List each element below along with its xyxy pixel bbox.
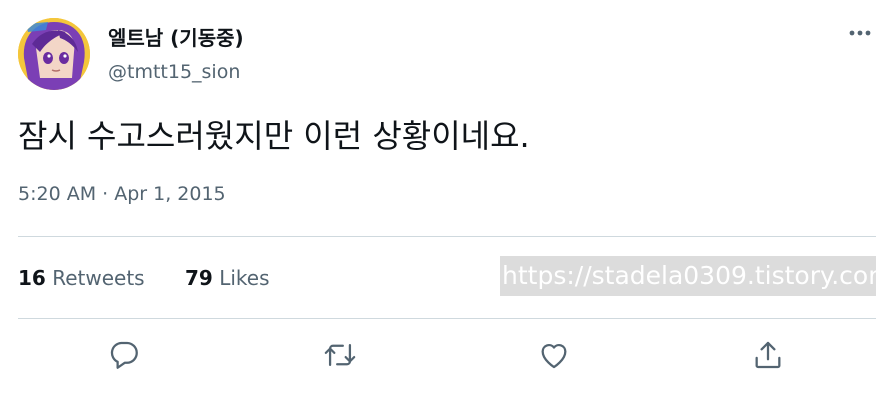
more-options-icon[interactable] bbox=[847, 22, 877, 44]
retweets-count: 16 bbox=[18, 266, 46, 290]
share-icon[interactable] bbox=[751, 338, 785, 372]
reply-icon[interactable] bbox=[107, 338, 141, 372]
likes-stat[interactable]: 79 Likes bbox=[185, 266, 270, 290]
watermark: https://stadela0309.tistory.com bbox=[500, 256, 876, 296]
heart-icon[interactable] bbox=[537, 338, 571, 372]
divider bbox=[18, 236, 876, 237]
retweets-stat[interactable]: 16 Retweets bbox=[18, 266, 145, 290]
retweets-label: Retweets bbox=[52, 266, 145, 290]
retweet-icon[interactable] bbox=[323, 338, 357, 372]
likes-count: 79 bbox=[185, 266, 213, 290]
tweet-text: 잠시 수고스러웠지만 이런 상황이네요. bbox=[18, 117, 530, 155]
likes-label: Likes bbox=[219, 266, 270, 290]
avatar[interactable] bbox=[18, 18, 90, 90]
anime-avatar-icon bbox=[18, 18, 90, 90]
user-handle[interactable]: @tmtt15_sion bbox=[108, 61, 240, 83]
display-name[interactable]: 엘트남 (기동중) bbox=[108, 22, 244, 51]
tweet-timestamp[interactable]: 5:20 AM · Apr 1, 2015 bbox=[18, 183, 226, 205]
divider bbox=[18, 318, 876, 319]
